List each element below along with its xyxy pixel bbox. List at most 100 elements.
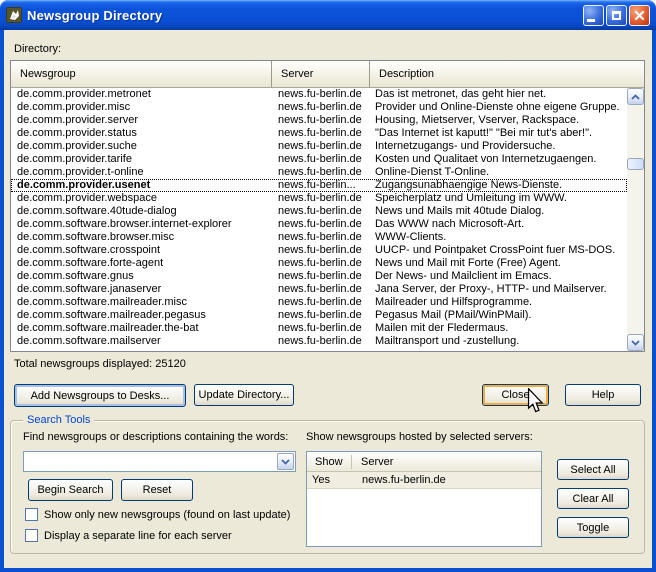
table-cell: news.fu-berlin...: [272, 179, 370, 192]
checkbox-label: Display a separate line for each server: [44, 530, 232, 542]
table-row[interactable]: de.comm.provider.usenetnews.fu-berlin...…: [11, 179, 627, 192]
close-button[interactable]: Close: [482, 384, 549, 406]
column-header-server[interactable]: Server: [272, 61, 370, 87]
table-row[interactable]: de.comm.software.browser.internet-explor…: [11, 218, 627, 231]
table-cell: Online-Dienst T-Online.: [370, 166, 627, 179]
app-icon: [6, 7, 22, 23]
table-row[interactable]: de.comm.provider.miscnews.fu-berlin.dePr…: [11, 101, 627, 114]
table-row[interactable]: de.comm.provider.statusnews.fu-berlin.de…: [11, 127, 627, 140]
table-cell: news.fu-berlin.de: [272, 322, 370, 335]
help-button[interactable]: Help: [565, 384, 641, 406]
table-row[interactable]: de.comm.provider.suchenews.fu-berlin.deI…: [11, 140, 627, 153]
column-header-newsgroup[interactable]: Newsgroup: [11, 61, 272, 87]
table-cell: news.fu-berlin.de: [272, 127, 370, 140]
servers-label: Show newsgroups hosted by selected serve…: [306, 431, 533, 443]
update-directory-button[interactable]: Update Directory...: [194, 384, 294, 406]
table-row[interactable]: de.comm.software.forte-agentnews.fu-berl…: [11, 257, 627, 270]
search-tools-group: Search Tools Find newsgroups or descript…: [10, 420, 645, 554]
table-row[interactable]: de.comm.software.crosspointnews.fu-berli…: [11, 244, 627, 257]
table-cell: Jana Server, der Proxy-, HTTP- und Mails…: [370, 283, 627, 296]
table-cell: "Das Internet ist kaputt!" "Bei mir tut'…: [370, 127, 627, 140]
table-cell: Zugangsunabhaengige News-Dienste.: [370, 179, 627, 192]
table-cell: Mailreader und Hilfsprogramme.: [370, 296, 627, 309]
table-cell: Internetzugangs- und Providersuche.: [370, 140, 627, 153]
reset-button[interactable]: Reset: [121, 479, 193, 501]
table-cell: de.comm.software.mailreader.misc: [11, 296, 272, 309]
table-row[interactable]: de.comm.software.janaservernews.fu-berli…: [11, 283, 627, 296]
table-row[interactable]: de.comm.provider.t-onlinenews.fu-berlin.…: [11, 166, 627, 179]
newsgroup-directory-window: Newsgroup Directory Directory: Newsgroup…: [0, 0, 656, 572]
titlebar[interactable]: Newsgroup Directory: [0, 0, 656, 30]
table-cell: WWW-Clients.: [370, 231, 627, 244]
add-newsgroups-button[interactable]: Add Newsgroups to Desks...: [14, 384, 186, 407]
select-all-button[interactable]: Select All: [557, 459, 629, 480]
begin-search-button[interactable]: Begin Search: [28, 479, 113, 501]
search-tools-title: Search Tools: [23, 414, 94, 426]
table-cell: de.comm.provider.webspace: [11, 192, 272, 205]
table-row[interactable]: de.comm.software.mailservernews.fu-berli…: [11, 335, 627, 348]
directory-label: Directory:: [14, 43, 61, 55]
maximize-glyph: [612, 11, 621, 20]
table-row[interactable]: de.comm.provider.webspacenews.fu-berlin.…: [11, 192, 627, 205]
show-new-newsgroups-checkbox[interactable]: Show only new newsgroups (found on last …: [25, 508, 290, 521]
minimize-icon[interactable]: [583, 5, 604, 26]
table-cell: de.comm.software.browser.internet-explor…: [11, 218, 272, 231]
server-row[interactable]: Yesnews.fu-berlin.de: [307, 472, 541, 489]
table-cell: Kosten und Qualitaet von Internetzugaeng…: [370, 153, 627, 166]
table-cell: de.comm.software.crosspoint: [11, 244, 272, 257]
column-header-show[interactable]: Show: [307, 455, 352, 469]
table-cell: de.comm.provider.status: [11, 127, 272, 140]
column-header-description[interactable]: Description: [370, 61, 644, 87]
server-list-header: Show Server: [307, 452, 541, 472]
find-input[interactable]: [24, 452, 276, 471]
table-cell: news.fu-berlin.de: [272, 101, 370, 114]
table-row[interactable]: de.comm.provider.metronetnews.fu-berlin.…: [11, 88, 627, 101]
checkbox-box[interactable]: [25, 508, 38, 521]
column-header-server2[interactable]: Server: [352, 456, 541, 468]
table-row[interactable]: de.comm.provider.servernews.fu-berlin.de…: [11, 114, 627, 127]
table-cell: de.comm.provider.metronet: [11, 88, 272, 101]
table-cell: Pegasus Mail (PMail/WinPMail).: [370, 309, 627, 322]
table-cell: Speicherplatz und Umleitung im WWW.: [370, 192, 627, 205]
table-row[interactable]: de.comm.provider.tarifenews.fu-berlin.de…: [11, 153, 627, 166]
table-cell: Das WWW nach Microsoft-Art.: [370, 218, 627, 231]
close-icon[interactable]: [629, 5, 650, 26]
combo-dropdown-icon[interactable]: [277, 453, 294, 470]
table-cell: de.comm.provider.tarife: [11, 153, 272, 166]
table-cell: news.fu-berlin.de: [272, 296, 370, 309]
table-cell: de.comm.software.mailserver: [11, 335, 272, 348]
checkbox-label: Show only new newsgroups (found on last …: [44, 509, 290, 521]
newsgroup-rows: de.comm.provider.metronetnews.fu-berlin.…: [11, 88, 627, 351]
table-cell: de.comm.software.mailreader.the-bat: [11, 322, 272, 335]
scroll-down-icon[interactable]: [627, 334, 644, 351]
table-cell: news.fu-berlin.de: [272, 88, 370, 101]
table-cell: news.fu-berlin.de: [272, 166, 370, 179]
minimize-glyph: [587, 19, 595, 22]
table-cell: de.comm.software.gnus: [11, 270, 272, 283]
table-row[interactable]: de.comm.software.40tude-dialognews.fu-be…: [11, 205, 627, 218]
checkbox-box[interactable]: [25, 529, 38, 542]
toggle-button[interactable]: Toggle: [557, 517, 629, 538]
newsgroup-table: Newsgroup Server Description de.comm.pro…: [10, 60, 645, 352]
table-cell: de.comm.provider.suche: [11, 140, 272, 153]
maximize-icon[interactable]: [606, 5, 627, 26]
scroll-up-icon[interactable]: [627, 88, 644, 105]
table-row[interactable]: de.comm.software.mailreader.the-batnews.…: [11, 322, 627, 335]
table-cell: news.fu-berlin.de: [272, 335, 370, 348]
separate-line-checkbox[interactable]: Display a separate line for each server: [25, 529, 232, 542]
table-cell: news.fu-berlin.de: [272, 192, 370, 205]
server-list: Show Server Yesnews.fu-berlin.de: [306, 451, 542, 547]
find-combobox[interactable]: [23, 451, 296, 472]
table-cell: News und Mail mit Forte (Free) Agent.: [370, 257, 627, 270]
table-row[interactable]: de.comm.software.mailreader.pegasusnews.…: [11, 309, 627, 322]
table-row[interactable]: de.comm.software.gnusnews.fu-berlin.deDe…: [11, 270, 627, 283]
server-rows: Yesnews.fu-berlin.de: [307, 472, 541, 489]
vertical-scrollbar[interactable]: [627, 88, 644, 351]
clear-all-button[interactable]: Clear All: [557, 488, 629, 509]
table-cell: de.comm.software.mailreader.pegasus: [11, 309, 272, 322]
table-row[interactable]: de.comm.software.browser.miscnews.fu-ber…: [11, 231, 627, 244]
table-cell: news.fu-berlin.de: [272, 257, 370, 270]
close-x-glyph: [634, 10, 645, 21]
scrollbar-thumb[interactable]: [627, 158, 644, 170]
table-row[interactable]: de.comm.software.mailreader.miscnews.fu-…: [11, 296, 627, 309]
